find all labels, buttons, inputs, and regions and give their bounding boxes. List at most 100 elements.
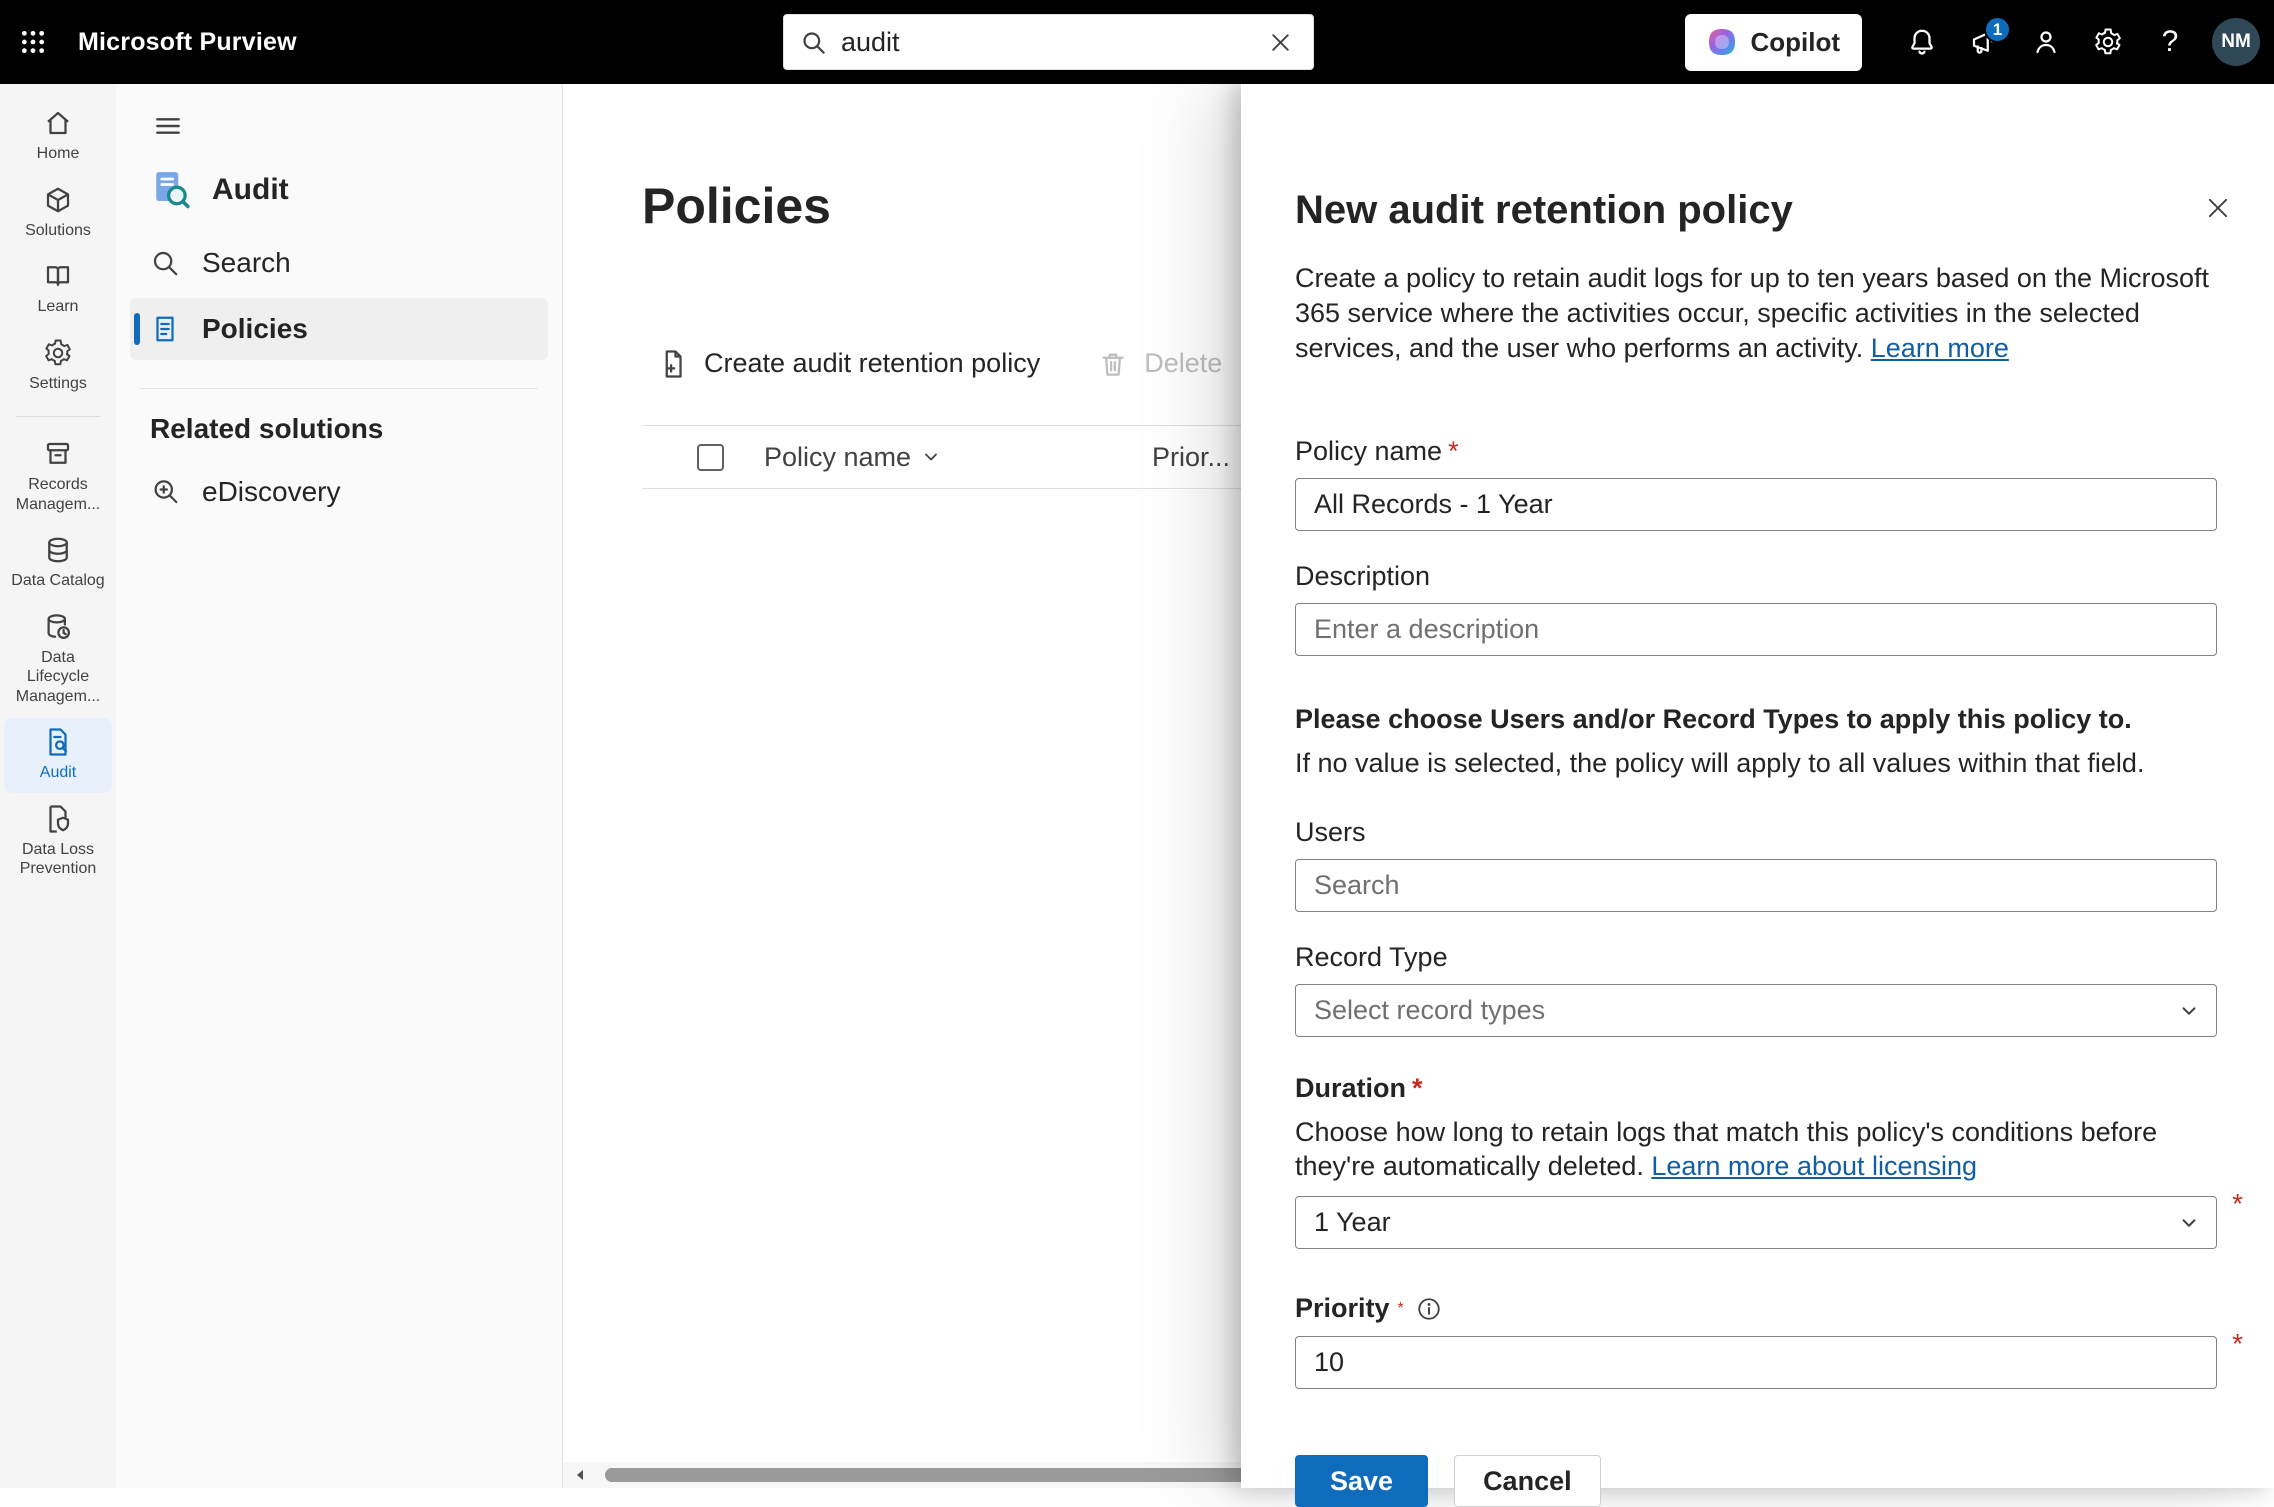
close-icon	[2204, 194, 2232, 222]
app-launcher-button[interactable]	[0, 0, 66, 84]
column-policy-name[interactable]: Policy name	[764, 442, 1152, 473]
account-avatar[interactable]: NM	[2212, 18, 2260, 66]
required-marker: *	[2232, 1328, 2243, 1360]
create-audit-retention-policy-button[interactable]: Create audit retention policy	[658, 348, 1040, 379]
sidebar-app-header[interactable]: Audit	[130, 158, 548, 222]
audit-sidebar: Audit Search Policies Related solutions	[116, 84, 563, 1488]
shield-document-icon	[43, 804, 73, 834]
help-icon: ?	[2162, 25, 2179, 59]
book-icon	[43, 261, 73, 291]
chevron-down-icon	[2178, 1000, 2200, 1022]
duration-label: Duration*	[1295, 1073, 2217, 1104]
hamburger-icon	[152, 110, 184, 142]
priority-input[interactable]	[1295, 1336, 2217, 1389]
global-search[interactable]	[783, 14, 1314, 70]
bell-icon	[1907, 27, 1937, 57]
duration-group: Duration* Choose how long to retain logs…	[1295, 1073, 2217, 1249]
person-feedback-icon	[2031, 27, 2061, 57]
notifications-button[interactable]	[1894, 13, 1950, 71]
rail-item-data-loss-prevention[interactable]: Data Loss Prevention	[4, 795, 112, 889]
learn-more-link[interactable]: Learn more	[1871, 333, 2009, 363]
close-panel-button[interactable]	[2196, 186, 2240, 230]
rail-item-data-catalog[interactable]: Data Catalog	[4, 526, 112, 601]
users-search-input[interactable]	[1295, 859, 2217, 912]
description-input[interactable]	[1295, 603, 2217, 656]
info-icon	[1416, 1296, 1442, 1322]
required-marker: *	[1448, 436, 1459, 466]
new-audit-retention-policy-panel: New audit retention policy Create a poli…	[1241, 84, 2274, 1488]
settings-button[interactable]	[2080, 13, 2136, 71]
priority-label: Priority	[1295, 1293, 1390, 1324]
panel-actions: Save Cancel	[1295, 1455, 2217, 1507]
rail-item-home[interactable]: Home	[4, 99, 112, 174]
sidebar-item-policies[interactable]: Policies	[130, 298, 548, 360]
rail-item-label: Home	[37, 144, 80, 164]
topbar: Microsoft Purview	[0, 0, 2274, 84]
audit-document-icon	[43, 727, 73, 757]
users-label: Users	[1295, 817, 2217, 848]
apply-policy-section-subtext: If no value is selected, the policy will…	[1295, 748, 2217, 779]
sidebar-item-ediscovery[interactable]: eDiscovery	[130, 461, 548, 523]
sidebar-item-label: Search	[202, 247, 291, 279]
apply-policy-section-heading: Please choose Users and/or Record Types …	[1295, 704, 2217, 735]
help-button[interactable]: ?	[2142, 13, 2198, 71]
policy-name-group: Policy name*	[1295, 436, 2217, 531]
rail-item-label: Records Managem...	[8, 475, 108, 514]
scroll-left-arrow[interactable]	[563, 1462, 597, 1488]
rail-item-audit[interactable]: Audit	[4, 718, 112, 793]
related-solutions-header: Related solutions	[150, 413, 562, 445]
duration-select[interactable]: 1 Year	[1295, 1196, 2217, 1249]
audit-app-icon	[148, 168, 192, 212]
priority-info-button[interactable]	[1416, 1296, 1442, 1322]
clear-search-button[interactable]	[1264, 26, 1297, 59]
save-button[interactable]: Save	[1295, 1455, 1428, 1507]
app-title: Microsoft Purview	[78, 28, 297, 57]
chevron-down-icon	[921, 447, 941, 467]
panel-intro-text: Create a policy to retain audit logs for…	[1295, 263, 2209, 363]
rail-item-data-lifecycle-management[interactable]: Data Lifecycle Managem...	[4, 603, 112, 717]
rail-item-solutions[interactable]: Solutions	[4, 176, 112, 251]
description-group: Description	[1295, 561, 2217, 656]
database-icon	[43, 535, 73, 565]
rail-item-label: Learn	[38, 297, 79, 317]
panel-intro: Create a policy to retain audit logs for…	[1295, 261, 2217, 366]
ediscovery-icon	[150, 477, 180, 507]
archive-box-icon	[43, 439, 73, 469]
trash-icon	[1098, 349, 1128, 379]
policy-name-input[interactable]	[1295, 478, 2217, 531]
waffle-icon	[20, 29, 46, 55]
notification-badge: 1	[1984, 16, 2011, 43]
sidebar-item-search[interactable]: Search	[130, 232, 548, 294]
required-marker: *	[2232, 1188, 2243, 1220]
record-type-label: Record Type	[1295, 942, 2217, 973]
copilot-button[interactable]: Copilot	[1685, 14, 1862, 71]
chevron-down-icon	[2178, 1212, 2200, 1234]
delete-button[interactable]: Delete	[1098, 348, 1222, 379]
announcements-button[interactable]: 1	[1956, 13, 2012, 71]
search-input[interactable]	[841, 27, 1250, 58]
policy-name-label: Policy name*	[1295, 436, 2217, 467]
rail-item-settings[interactable]: Settings	[4, 329, 112, 404]
copilot-label: Copilot	[1750, 27, 1840, 58]
column-policy-name-label: Policy name	[764, 442, 911, 473]
sidebar-item-label: Policies	[202, 313, 308, 345]
required-marker: *	[1412, 1073, 1423, 1103]
licensing-link[interactable]: Learn more about licensing	[1651, 1151, 1977, 1181]
rail-item-records-management[interactable]: Records Managem...	[4, 430, 112, 524]
rail-item-label: Data Loss Prevention	[8, 840, 108, 879]
new-document-icon	[658, 349, 688, 379]
record-type-select[interactable]: Select record types	[1295, 984, 2217, 1037]
rail-item-label: Data Catalog	[11, 571, 104, 591]
rail-item-learn[interactable]: Learn	[4, 252, 112, 327]
record-type-group: Record Type Select record types	[1295, 942, 2217, 1037]
rail-item-label: Audit	[40, 763, 76, 783]
gear-icon	[43, 338, 73, 368]
rail-item-label: Data Lifecycle Managem...	[8, 648, 108, 707]
required-marker: *	[1398, 1300, 1404, 1318]
collapse-sidebar-button[interactable]	[152, 110, 184, 142]
rail-item-label: Solutions	[25, 221, 91, 241]
feedback-button[interactable]	[2018, 13, 2074, 71]
select-all-checkbox[interactable]	[697, 444, 724, 471]
record-type-select-value: Select record types	[1314, 995, 1545, 1026]
cancel-button[interactable]: Cancel	[1454, 1455, 1601, 1507]
